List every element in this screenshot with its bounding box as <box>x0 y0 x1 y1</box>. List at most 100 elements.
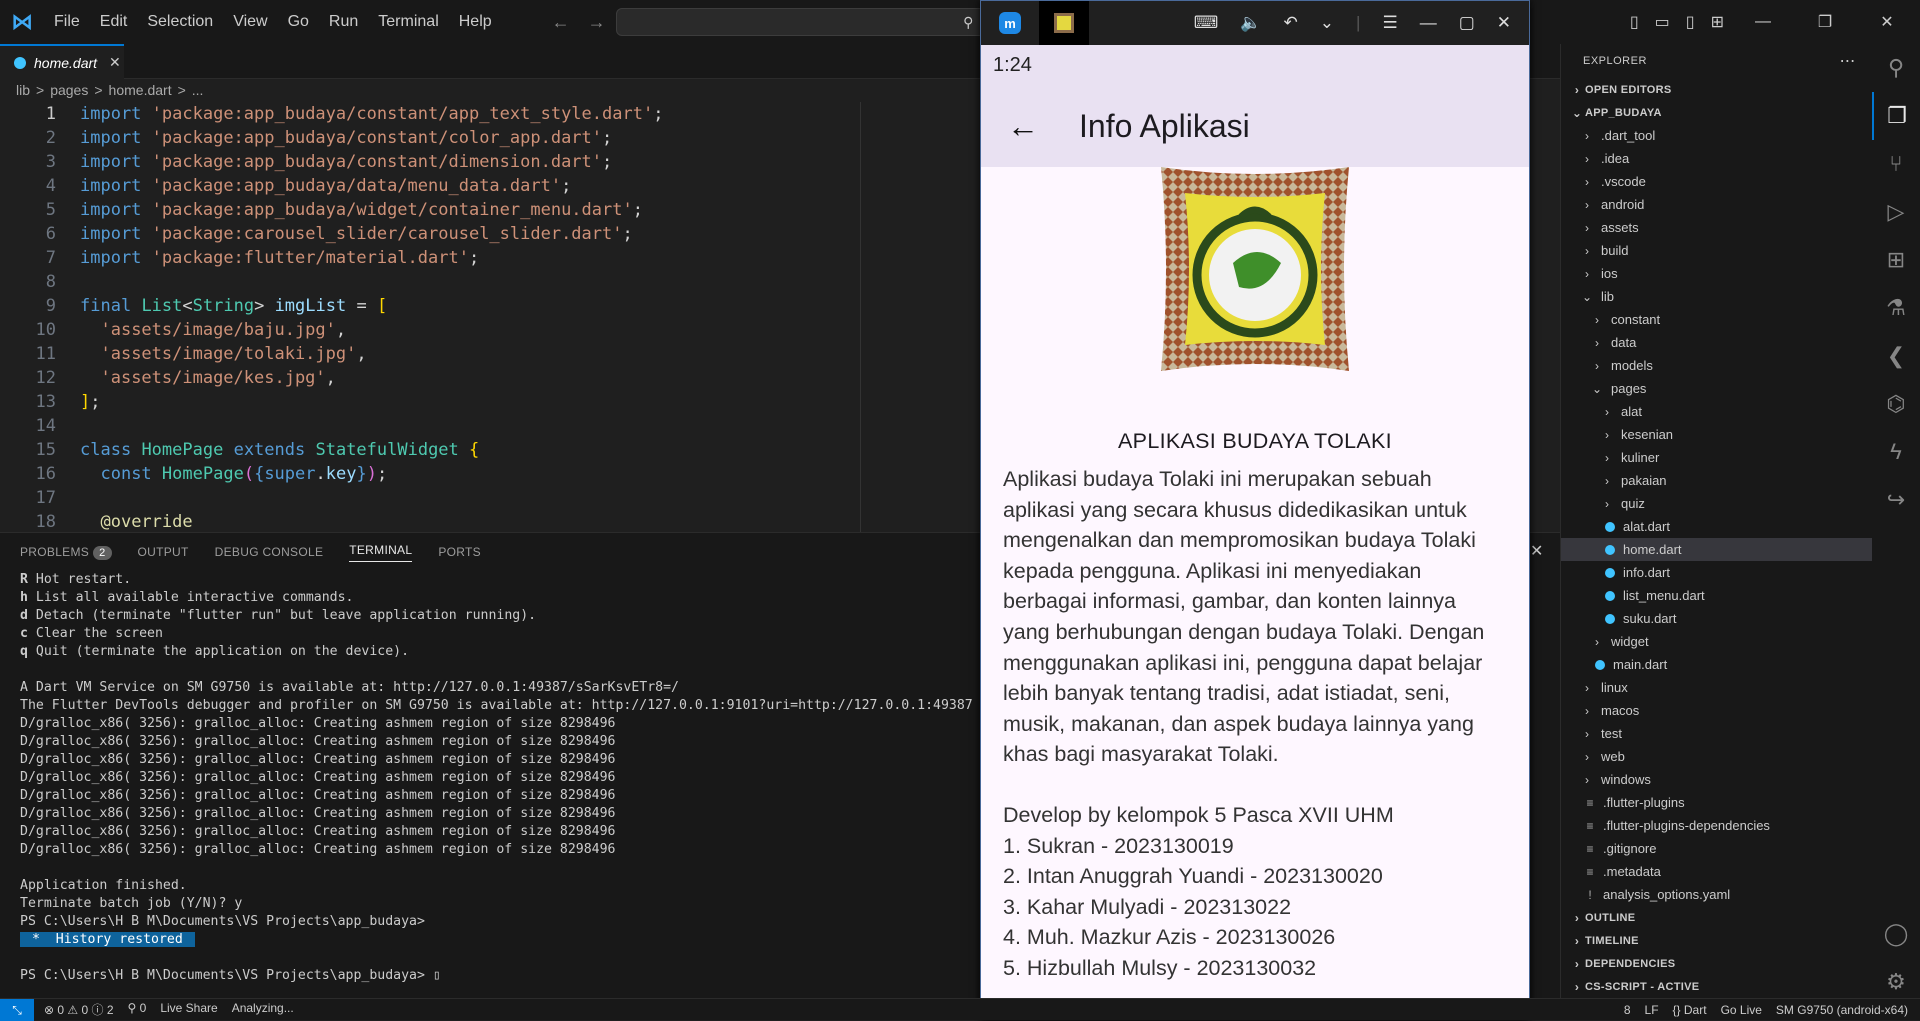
tree-item--flutter-plugins[interactable]: ≡ .flutter-plugins <box>1561 791 1872 814</box>
project-root[interactable]: ⌄ APP_BUDAYA <box>1561 101 1872 124</box>
minimize-icon[interactable]: — <box>1420 13 1437 33</box>
tree-item-widget[interactable]: › widget <box>1561 630 1872 653</box>
tree-item-constant[interactable]: › constant <box>1561 308 1872 331</box>
tree-item-pages[interactable]: ⌄ pages <box>1561 377 1872 400</box>
tree-item-alat-dart[interactable]: alat.dart <box>1561 515 1872 538</box>
minimize-button[interactable]: — <box>1740 13 1786 31</box>
back-arrow-icon[interactable]: ← <box>552 12 570 33</box>
status-item[interactable]: {} Dart <box>1673 1003 1707 1017</box>
section-dependencies[interactable]: › DEPENDENCIES <box>1561 952 1872 975</box>
tree-item-list-menu-dart[interactable]: list_menu.dart <box>1561 584 1872 607</box>
back-arrow-icon[interactable]: ← <box>993 108 1053 145</box>
live-share-icon[interactable]: ↪ <box>1872 476 1920 524</box>
source-control-icon[interactable]: ⑂ <box>1872 140 1920 188</box>
forward-arrow-icon[interactable]: → <box>588 12 606 33</box>
breadcrumb-segment[interactable]: home.dart <box>109 82 172 98</box>
status-item[interactable]: 8 <box>1624 1003 1631 1017</box>
chevron-down-icon[interactable]: ⌄ <box>1320 13 1334 33</box>
lightning-icon[interactable]: ϟ <box>1872 428 1920 476</box>
tree-item-lib[interactable]: ⌄ lib <box>1561 285 1872 308</box>
menu-item-go[interactable]: Go <box>278 13 319 31</box>
tree-item-build[interactable]: › build <box>1561 239 1872 262</box>
status-item[interactable]: Go Live <box>1721 1003 1762 1017</box>
tab-problems[interactable]: PROBLEMS 2 <box>20 545 112 560</box>
menu-item-edit[interactable]: Edit <box>90 13 138 31</box>
extensions-icon[interactable]: ⊞ <box>1872 236 1920 284</box>
tab-output[interactable]: OUTPUT <box>138 545 189 559</box>
tree-item-models[interactable]: › models <box>1561 354 1872 377</box>
menu-item-run[interactable]: Run <box>319 13 368 31</box>
open-editors-section[interactable]: › OPEN EDITORS <box>1561 78 1872 101</box>
tree-item--vscode[interactable]: › .vscode <box>1561 170 1872 193</box>
maximize-icon[interactable]: ▢ <box>1459 13 1475 33</box>
panel-close-icon[interactable]: ✕ <box>1530 541 1543 561</box>
account-icon[interactable]: ◯ <box>1872 910 1920 958</box>
section-timeline[interactable]: › TIMELINE <box>1561 929 1872 952</box>
command-center-search[interactable]: ⚲ ap <box>616 8 1006 36</box>
tree-item-main-dart[interactable]: main.dart <box>1561 653 1872 676</box>
breadcrumb-segment[interactable]: lib <box>16 82 30 98</box>
tree-item-suku-dart[interactable]: suku.dart <box>1561 607 1872 630</box>
search-icon[interactable]: ⚲ <box>1872 44 1920 92</box>
close-window-button[interactable]: ✕ <box>1864 12 1910 32</box>
tab-debug-console[interactable]: DEBUG CONSOLE <box>215 545 324 559</box>
breadcrumb-segment[interactable]: ... <box>192 82 204 98</box>
tree-item-pakaian[interactable]: › pakaian <box>1561 469 1872 492</box>
tree-item-kesenian[interactable]: › kesenian <box>1561 423 1872 446</box>
tree-item-info-dart[interactable]: info.dart <box>1561 561 1872 584</box>
tree-item-assets[interactable]: › assets <box>1561 216 1872 239</box>
volume-icon[interactable]: 🔈 <box>1240 13 1261 33</box>
tree-item-alat[interactable]: › alat <box>1561 400 1872 423</box>
toggle-primary-sidebar-icon[interactable]: ▯ <box>1630 12 1639 32</box>
tree-item-android[interactable]: › android <box>1561 193 1872 216</box>
emulator-tab[interactable] <box>1039 1 1089 45</box>
restore-button[interactable]: ❐ <box>1802 12 1848 32</box>
testing-icon[interactable]: ⚗ <box>1872 284 1920 332</box>
tree-item-test[interactable]: › test <box>1561 722 1872 745</box>
status-item[interactable]: ⚲ 0 <box>128 1001 147 1018</box>
menu-item-file[interactable]: File <box>44 13 90 31</box>
tree-item-linux[interactable]: › linux <box>1561 676 1872 699</box>
breadcrumb-segment[interactable]: pages <box>50 82 88 98</box>
tree-item--flutter-plugins-dependencies[interactable]: ≡ .flutter-plugins-dependencies <box>1561 814 1872 837</box>
run-debug-icon[interactable]: ▷ <box>1872 188 1920 236</box>
tree-item-data[interactable]: › data <box>1561 331 1872 354</box>
tree-item-home-dart[interactable]: home.dart <box>1561 538 1872 561</box>
tree-item-macos[interactable]: › macos <box>1561 699 1872 722</box>
menu-item-terminal[interactable]: Terminal <box>368 13 448 31</box>
status-item[interactable]: ⊗ 0 ⚠ 0 ⓘ 2 <box>44 1001 114 1018</box>
tree-item--metadata[interactable]: ≡ .metadata <box>1561 860 1872 883</box>
status-item[interactable]: SM G9750 (android-x64) <box>1776 1003 1908 1017</box>
tree-item-kuliner[interactable]: › kuliner <box>1561 446 1872 469</box>
customize-layout-icon[interactable]: ⊞ <box>1711 12 1724 32</box>
python-icon[interactable]: ⌬ <box>1872 380 1920 428</box>
tree-item-web[interactable]: › web <box>1561 745 1872 768</box>
tab-close-icon[interactable]: ✕ <box>109 54 121 71</box>
flutter-icon[interactable]: ❮ <box>1872 332 1920 380</box>
status-item[interactable]: LF <box>1645 1003 1659 1017</box>
tree-item--gitignore[interactable]: ≡ .gitignore <box>1561 837 1872 860</box>
status-item[interactable]: Live Share <box>160 1001 217 1018</box>
toggle-secondary-sidebar-icon[interactable]: ▯ <box>1686 12 1695 32</box>
explorer-icon[interactable]: ❐ <box>1872 92 1920 140</box>
tree-item--dart-tool[interactable]: › .dart_tool <box>1561 124 1872 147</box>
tree-item-ios[interactable]: › ios <box>1561 262 1872 285</box>
rotate-icon[interactable]: ↶ <box>1284 13 1298 33</box>
more-actions-icon[interactable]: ⋯ <box>1840 51 1873 71</box>
keyboard-icon[interactable]: ⌨ <box>1194 13 1219 33</box>
tree-item-quiz[interactable]: › quiz <box>1561 492 1872 515</box>
toggle-panel-icon[interactable]: ▭ <box>1655 12 1670 32</box>
menu-item-help[interactable]: Help <box>449 13 502 31</box>
tab-ports[interactable]: PORTS <box>438 545 481 559</box>
menu-item-view[interactable]: View <box>223 13 277 31</box>
close-icon[interactable]: ✕ <box>1497 13 1511 33</box>
tree-item-windows[interactable]: › windows <box>1561 768 1872 791</box>
tab-terminal[interactable]: TERMINAL <box>349 543 413 562</box>
tree-item-analysis-options-yaml[interactable]: ! analysis_options.yaml <box>1561 883 1872 906</box>
tab-home-dart[interactable]: home.dart ✕ <box>0 44 124 79</box>
remote-indicator-icon[interactable]: ⤡ <box>0 998 34 1021</box>
tree-item--idea[interactable]: › .idea <box>1561 147 1872 170</box>
status-item[interactable]: Analyzing... <box>232 1001 294 1018</box>
section-outline[interactable]: › OUTLINE <box>1561 906 1872 929</box>
section-cs-script-active[interactable]: › CS-SCRIPT - ACTIVE <box>1561 975 1872 998</box>
